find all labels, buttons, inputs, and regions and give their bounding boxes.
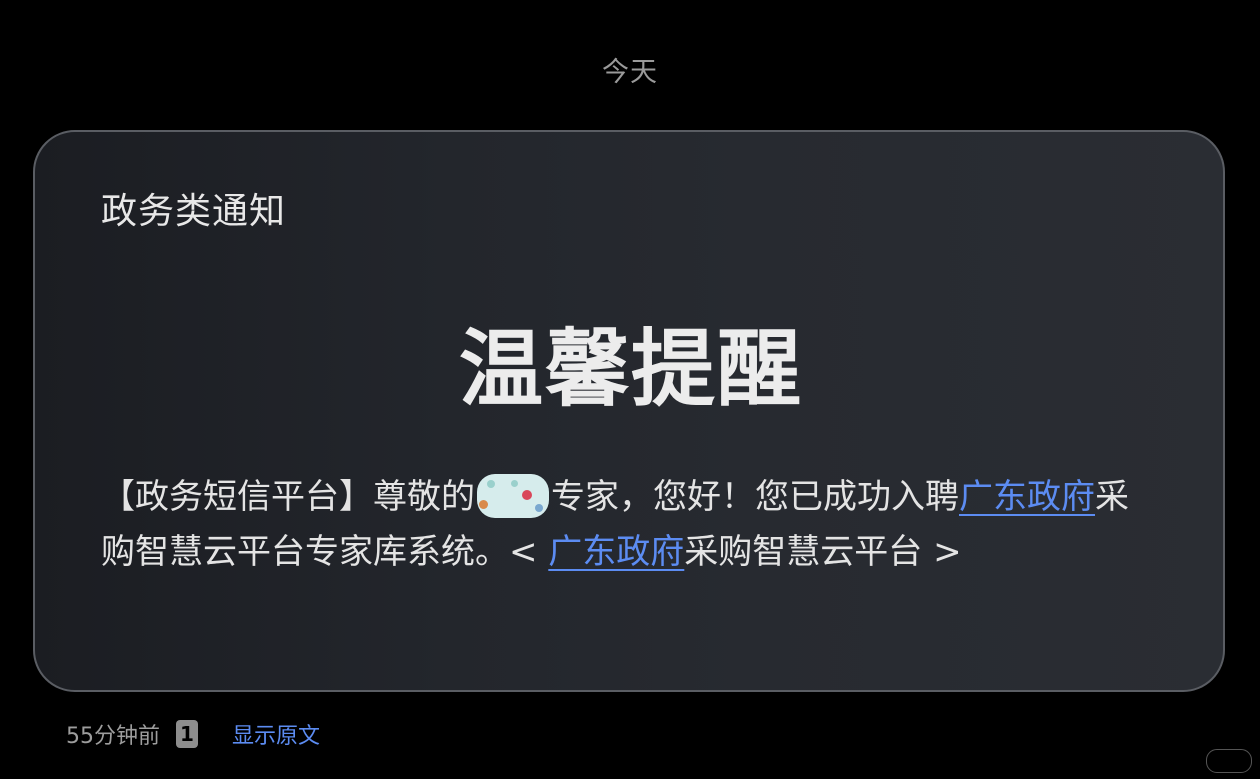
redacted-name-sticker: [477, 474, 549, 518]
date-divider: 今天: [602, 57, 658, 88]
body-text: 专家，您好！您已成功入聘: [551, 477, 959, 517]
show-original-button[interactable]: 显示原文: [232, 718, 320, 750]
body-text: 【政务短信平台】尊敬的: [101, 477, 475, 517]
body-link[interactable]: 广东政府: [548, 532, 684, 572]
message-category: 政务类通知: [101, 191, 287, 232]
message-timestamp: 55分钟前: [66, 724, 160, 749]
message-footer: 55分钟前 1 显示原文: [66, 716, 320, 752]
message-headline: 温馨提醒: [458, 320, 803, 418]
message-card[interactable]: 政务类通知 温馨提醒 【政务短信平台】尊敬的 专家，您好！您已成功入聘广东政府采购…: [33, 130, 1225, 692]
message-body: 【政务短信平台】尊敬的 专家，您好！您已成功入聘广东政府采购智慧云平台专家库系统。…: [101, 470, 1161, 580]
body-text: 采购智慧云平台 >: [684, 532, 962, 572]
watermark-logo: [1206, 749, 1252, 773]
sim-card-icon: 1: [176, 720, 198, 748]
body-link[interactable]: 广东政府: [959, 477, 1095, 517]
